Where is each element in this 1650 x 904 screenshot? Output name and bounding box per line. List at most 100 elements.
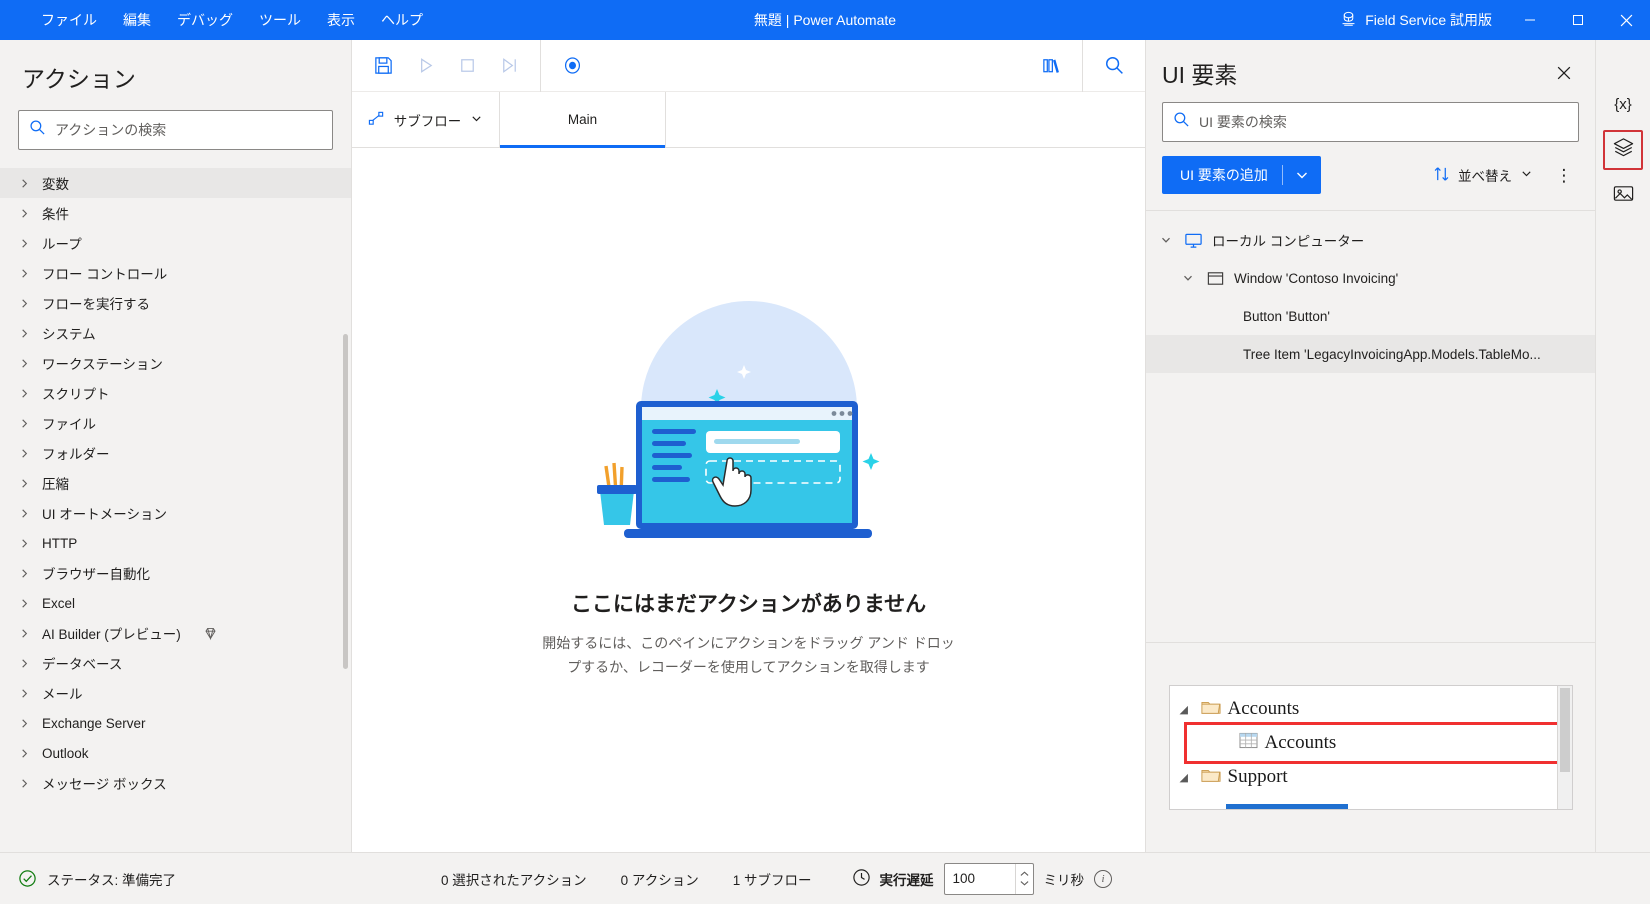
ui-search-input[interactable] [1199,114,1568,130]
action-category-row[interactable]: UI オートメーション [0,498,351,528]
chevron-down-icon[interactable] [1180,272,1196,284]
execution-delay-label: 実行遅延 [852,868,934,890]
action-category-label: スクリプト [42,387,110,402]
action-category-row[interactable]: フォルダー [0,438,351,468]
action-category-row[interactable]: 変数 [0,168,351,198]
add-ui-element-dropdown[interactable] [1283,168,1321,182]
actions-count: 0 アクション [620,872,699,888]
maximize-button[interactable] [1554,0,1602,40]
action-category-label: フロー コントロール [42,267,168,282]
monitor-icon [1183,231,1203,250]
action-category-row[interactable]: AI Builder (プレビュー) [0,618,351,648]
more-options-button[interactable]: ⋮ [1549,160,1579,190]
action-category-row[interactable]: データベース [0,648,351,678]
action-category-row[interactable]: 圧縮 [0,468,351,498]
menu-item-tools[interactable]: ツール [246,7,314,33]
action-category-row[interactable]: ワークステーション [0,348,351,378]
ui-element-preview[interactable]: ◢ Accounts Accounts ◢ Support [1168,685,1573,810]
action-category-label: 圧縮 [42,477,69,492]
action-category-row[interactable]: Outlook [0,738,351,768]
chevron-right-icon [19,358,30,369]
tab-main[interactable]: Main [500,92,666,148]
variables-pane-button[interactable]: {x} [1603,84,1643,124]
action-category-row[interactable]: ブラウザー自動化 [0,558,351,588]
menu-item-debug[interactable]: デバッグ [164,7,246,33]
action-category-label: ループ [42,237,82,252]
info-icon[interactable]: i [1094,869,1112,888]
flow-canvas[interactable]: ここにはまだアクションがありません 開始するには、このペインにアクションをドラッ… [352,148,1145,852]
minimize-button[interactable] [1506,0,1554,40]
save-button[interactable] [366,49,400,83]
run-button[interactable] [408,49,442,83]
preview-scrollbar[interactable] [1556,686,1572,809]
chevron-down-icon[interactable] [1158,234,1174,246]
stop-button[interactable] [450,49,484,83]
action-category-row[interactable]: 条件 [0,198,351,228]
delay-input[interactable] [944,871,1016,886]
close-panel-button[interactable] [1549,58,1579,88]
chevron-right-icon [19,538,30,549]
window-icon [1205,269,1225,288]
sort-button[interactable]: 並べ替え [1427,159,1539,192]
preview-tree-row: ◢ Accounts [1180,692,1557,726]
action-category-row[interactable]: Exchange Server [0,708,351,738]
sort-icon [1433,165,1450,186]
close-button[interactable] [1602,0,1650,40]
folder-icon [1200,766,1221,789]
actions-search-box[interactable] [18,110,333,150]
menu-item-edit[interactable]: 編集 [110,7,164,33]
chevron-right-icon [19,778,30,789]
menu-item-view[interactable]: 表示 [314,7,368,33]
action-category-row[interactable]: フロー コントロール [0,258,351,288]
action-category-row[interactable]: メッセージ ボックス [0,768,351,798]
run-next-action-button[interactable] [492,49,526,83]
preview-scrollbar-thumb[interactable] [1559,688,1570,772]
add-ui-element-button[interactable]: UI 要素の追加 [1162,156,1321,194]
action-category-row[interactable]: システム [0,318,351,348]
action-category-label: システム [42,327,96,342]
actions-scrollbar[interactable] [343,334,348,669]
ui-elements-tree[interactable]: ローカル コンピューター Window 'Contoso Invoicing' Bu… [1146,210,1595,642]
flow-search-button[interactable] [1097,49,1131,83]
ui-element-tree-row[interactable]: Button 'Button' [1146,297,1595,335]
action-category-row[interactable]: ファイル [0,408,351,438]
ui-element-label: Button 'Button' [1243,308,1330,324]
subflow-dropdown[interactable]: サブフロー [352,92,500,147]
images-pane-button[interactable] [1603,176,1643,216]
flow-tabs: サブフロー Main [352,92,1145,148]
chevron-right-icon [19,418,30,429]
sort-label: 並べ替え [1458,169,1512,184]
ui-element-tree-row[interactable]: Window 'Contoso Invoicing' [1146,259,1595,297]
chevron-right-icon [19,508,30,519]
ui-element-tree-row[interactable]: ローカル コンピューター [1146,221,1595,259]
chevron-right-icon [19,448,30,459]
action-category-row[interactable]: スクリプト [0,378,351,408]
ui-elements-library-button[interactable] [1034,49,1068,83]
trial-badge[interactable]: Field Service 試用版 [1326,10,1506,30]
status-text: ステータス: 準備完了 [47,872,177,888]
ui-elements-pane-button[interactable] [1603,130,1643,170]
ui-search-box[interactable] [1162,102,1579,142]
folder-icon [1200,698,1221,721]
action-category-label: HTTP [42,535,78,551]
menu-item-file[interactable]: ファイル [28,7,110,33]
action-category-row[interactable]: Excel [0,588,351,618]
menu-item-help[interactable]: ヘルプ [368,7,436,33]
delay-stepper-arrows[interactable] [1015,863,1032,894]
ui-panel-title: UI 要素 [1162,62,1238,88]
action-category-row[interactable]: メール [0,678,351,708]
recorder-button[interactable] [555,49,589,83]
action-category-row[interactable]: ループ [0,228,351,258]
actions-category-list[interactable]: 変数 条件ループフロー コントロールフローを実行するシステムワークステーションスク… [0,164,351,852]
premium-gem-icon [203,626,218,641]
ui-element-label: Window 'Contoso Invoicing' [1234,270,1399,286]
delay-stepper[interactable] [943,862,1034,895]
add-ui-element-label: UI 要素の追加 [1180,167,1268,183]
action-category-row[interactable]: フローを実行する [0,288,351,318]
search-icon [1173,111,1190,133]
action-category-row[interactable]: HTTP [0,528,351,558]
search-input[interactable] [55,122,322,138]
ui-element-tree-row[interactable]: Tree Item 'LegacyInvoicingApp.Models.Tab… [1146,335,1595,373]
ui-panel-actions: UI 要素の追加 並べ替え ⋮ [1146,156,1595,210]
action-category-label: フォルダー [42,447,110,462]
